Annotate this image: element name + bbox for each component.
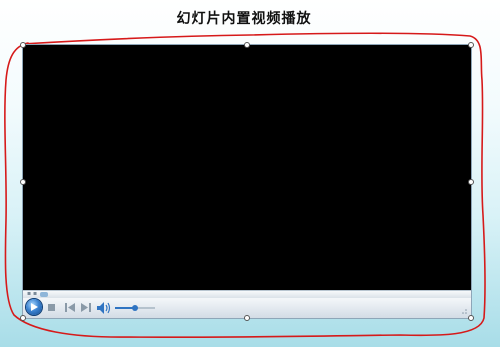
resize-grip-icon[interactable] <box>457 306 467 314</box>
resize-handle-middle-left[interactable] <box>20 179 26 185</box>
seek-thumb[interactable] <box>40 292 48 297</box>
previous-icon[interactable] <box>65 303 75 312</box>
resize-handle-top-left[interactable] <box>20 42 26 48</box>
seek-time-icon: ▪ ▪ <box>27 290 38 297</box>
volume-thumb[interactable] <box>132 305 138 311</box>
resize-handle-top-center[interactable] <box>244 42 250 48</box>
seek-end-icon <box>456 292 468 307</box>
slide-title: 幻灯片内置视频播放 <box>176 11 312 27</box>
resize-handle-bottom-left[interactable] <box>20 315 26 321</box>
volume-slider[interactable] <box>115 305 155 311</box>
resize-handle-top-right[interactable] <box>468 42 474 48</box>
play-button[interactable] <box>26 299 42 315</box>
resize-handle-middle-right[interactable] <box>468 179 474 185</box>
resize-handle-bottom-center[interactable] <box>244 315 250 321</box>
stop-button[interactable] <box>48 304 55 311</box>
play-icon <box>31 303 38 311</box>
next-icon[interactable] <box>81 303 91 312</box>
video-screen[interactable] <box>23 45 471 290</box>
resize-handle-bottom-right[interactable] <box>468 315 474 321</box>
video-player[interactable]: ▪ ▪ <box>23 45 471 318</box>
volume-icon[interactable] <box>97 302 111 314</box>
